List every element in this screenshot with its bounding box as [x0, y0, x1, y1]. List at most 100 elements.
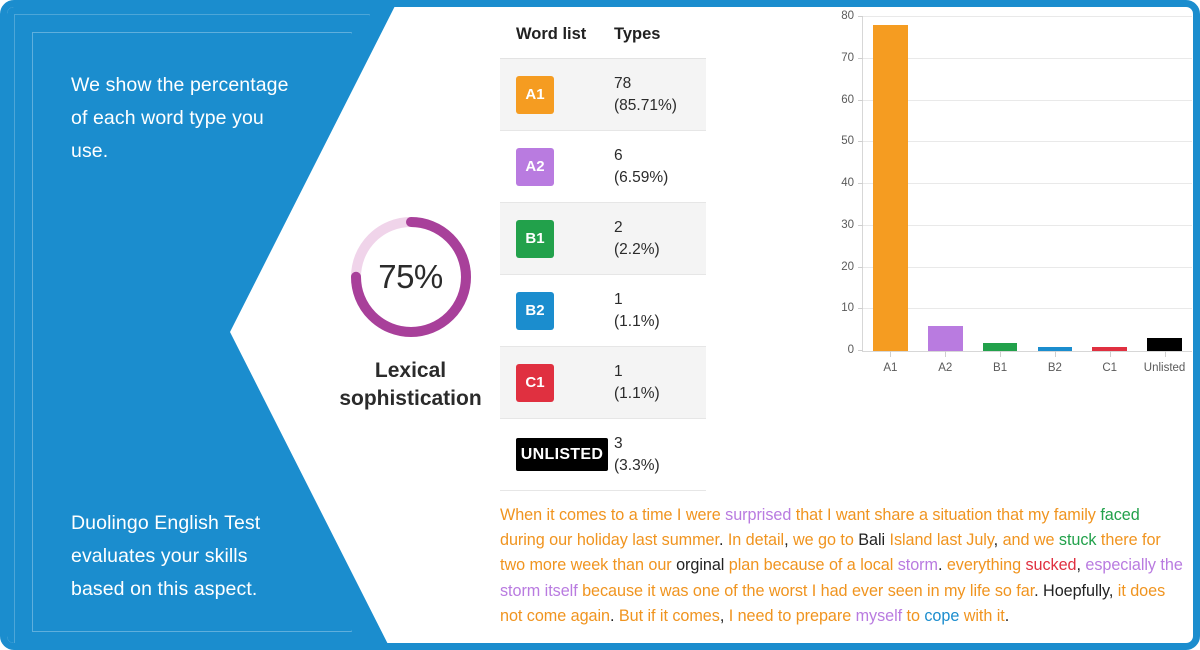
donut-title-line1: Lexical — [374, 359, 447, 382]
x-axis-tick-label: Unlisted — [1143, 362, 1186, 374]
cefr-badge: UNLISTED — [516, 438, 608, 471]
cefr-badge: B1 — [516, 219, 554, 258]
cefr-badge: B2 — [516, 291, 554, 330]
types-count: 1 — [614, 290, 623, 308]
types-cell: 3 (3.3%) — [614, 418, 706, 491]
chart-bar[interactable] — [982, 342, 1018, 351]
x-axis-tick-mark — [1164, 351, 1166, 357]
passage-token-c1: sucked — [1025, 556, 1077, 575]
x-axis-tick-mark — [890, 351, 892, 357]
word-list-cell: A2 — [500, 130, 614, 203]
table-row[interactable]: A1 78 (85.71%) — [500, 58, 706, 131]
passage-token-a1: In detail — [723, 531, 785, 550]
chart-bars: A1 A2 B1 B2 C1 Unlisted — [863, 17, 1192, 374]
types-percent: (3.3%) — [614, 456, 660, 474]
passage-token-a1: But if it comes — [614, 606, 720, 625]
column-header-word-list: Word list — [500, 7, 614, 59]
types-percent: (1.1%) — [614, 312, 660, 330]
table-row[interactable]: C1 1 (1.1%) — [500, 346, 706, 419]
word-list-cell: C1 — [500, 346, 614, 419]
table-row[interactable]: UNLISTED 3 (3.3%) — [500, 418, 706, 491]
bar-slot: A1 — [863, 17, 918, 374]
table-head: Word list Types — [500, 7, 706, 59]
types-percent: (6.59%) — [614, 168, 669, 186]
types-count: 6 — [614, 146, 623, 164]
passage-token-plain: . — [1004, 606, 1010, 625]
donut-title-line2: sophistication — [339, 387, 482, 410]
passage-token-a2: myself — [855, 606, 903, 625]
cefr-badge: A2 — [516, 147, 554, 186]
types-cell: 2 (2.2%) — [614, 202, 706, 275]
passage-token-b2: cope — [924, 606, 960, 625]
chart-plot-area: 0 10 20 30 40 50 60 70 80 A1 A2 B1 B2 C1 Unlisted — [841, 10, 1192, 374]
types-percent: (1.1%) — [614, 384, 660, 402]
passage-token-a1: that I want share a situation that my fa… — [791, 506, 1101, 524]
passage-token-b1: stuck — [1058, 531, 1097, 550]
table-row[interactable]: B2 1 (1.1%) — [500, 274, 706, 347]
passage-token-unlisted: Bali — [858, 531, 886, 550]
x-axis-tick-mark — [1000, 351, 1002, 357]
passage-token-a1: because it was one of the worst I had ev… — [577, 581, 1035, 600]
lexical-sophistication-card: We show the percentage of each word type… — [0, 0, 1200, 650]
x-axis-tick-mark — [1109, 351, 1111, 357]
types-count: 78 — [614, 74, 632, 92]
types-cell: 1 (1.1%) — [614, 346, 706, 419]
passage-token-a1: with it — [959, 606, 1005, 625]
chart-bar[interactable] — [927, 325, 963, 351]
types-count: 1 — [614, 362, 623, 380]
types-percent: (2.2%) — [614, 240, 660, 258]
types-percent: (85.71%) — [614, 96, 677, 114]
x-axis-tick-mark — [945, 351, 947, 357]
word-list-cell: B1 — [500, 202, 614, 275]
x-axis-tick-mark — [1054, 351, 1056, 357]
table-header-row: Word list Types — [500, 7, 706, 59]
table-row[interactable]: A2 6 (6.59%) — [500, 130, 706, 203]
x-axis-tick-label: C1 — [1102, 362, 1118, 374]
passage-token-a2: surprised — [725, 506, 792, 524]
word-type-bar-chart: 0 10 20 30 40 50 60 70 80 A1 A2 B1 B2 C1 Unlisted — [807, 7, 1193, 392]
donut-chart: 75% — [347, 213, 475, 341]
passage-token-unlisted: Hoepfully — [1038, 581, 1109, 600]
word-list-cell: UNLISTED — [500, 418, 614, 491]
x-axis-tick-label: A1 — [883, 362, 898, 374]
column-header-types: Types — [614, 7, 706, 59]
bar-slot: Unlisted — [1137, 17, 1192, 374]
cefr-badge: C1 — [516, 363, 554, 402]
x-axis-tick-label: B2 — [1047, 362, 1062, 374]
donut-percent-value: 75% — [378, 258, 443, 295]
bar-slot: B2 — [1027, 17, 1082, 374]
passage-token-unlisted: orginal — [676, 556, 725, 575]
bar-slot: C1 — [1082, 17, 1137, 374]
panel-footnote-text: Duolingo English Test evaluates your ski… — [71, 512, 261, 600]
passage-token-a2: storm — [897, 556, 938, 575]
table-row[interactable]: B1 2 (2.2%) — [500, 202, 706, 275]
passage-token-a1: to — [902, 606, 925, 625]
passage-token-a1: plan because of a local — [724, 556, 898, 575]
x-axis-tick-label: A2 — [938, 362, 953, 374]
annotated-essay-passage: When it comes to a time I were surprised… — [500, 503, 1188, 629]
table-body: A1 78 (85.71%) A2 6 (6.59%) B1 2 (2.2%) B2 1 (1.1%)… — [500, 58, 706, 491]
x-axis-tick-label: B1 — [993, 362, 1008, 374]
chart-bar[interactable] — [873, 25, 908, 351]
types-count: 2 — [614, 218, 623, 236]
bar-slot: B1 — [973, 17, 1028, 374]
passage-token-b1: faced — [1100, 506, 1140, 524]
word-list-cell: B2 — [500, 274, 614, 347]
types-cell: 1 (1.1%) — [614, 274, 706, 347]
passage-token-a1: we go to — [788, 531, 859, 550]
donut-title: Lexical sophistication — [303, 357, 518, 413]
lexical-sophistication-gauge: 75% Lexical sophistication — [303, 213, 518, 413]
panel-headline-text: We show the percentage of each word type… — [71, 74, 289, 162]
types-cell: 6 (6.59%) — [614, 130, 706, 203]
passage-token-a1: during our holiday last summer — [500, 531, 719, 550]
types-count: 3 — [614, 434, 623, 452]
cefr-badge: A1 — [516, 75, 554, 114]
word-list-table: Word list Types A1 78 (85.71%) A2 6 (6.59%) B1… — [500, 7, 706, 491]
passage-token-a1: Island last July — [885, 531, 994, 550]
passage-token-a1: I need to prepare — [724, 606, 856, 625]
passage-token-a1: When it comes to a time I were — [500, 506, 726, 524]
passage-token-a1: everything — [942, 556, 1026, 575]
bar-slot: A2 — [918, 17, 973, 374]
chart-bar[interactable] — [1147, 338, 1182, 351]
word-list-cell: A1 — [500, 58, 614, 131]
